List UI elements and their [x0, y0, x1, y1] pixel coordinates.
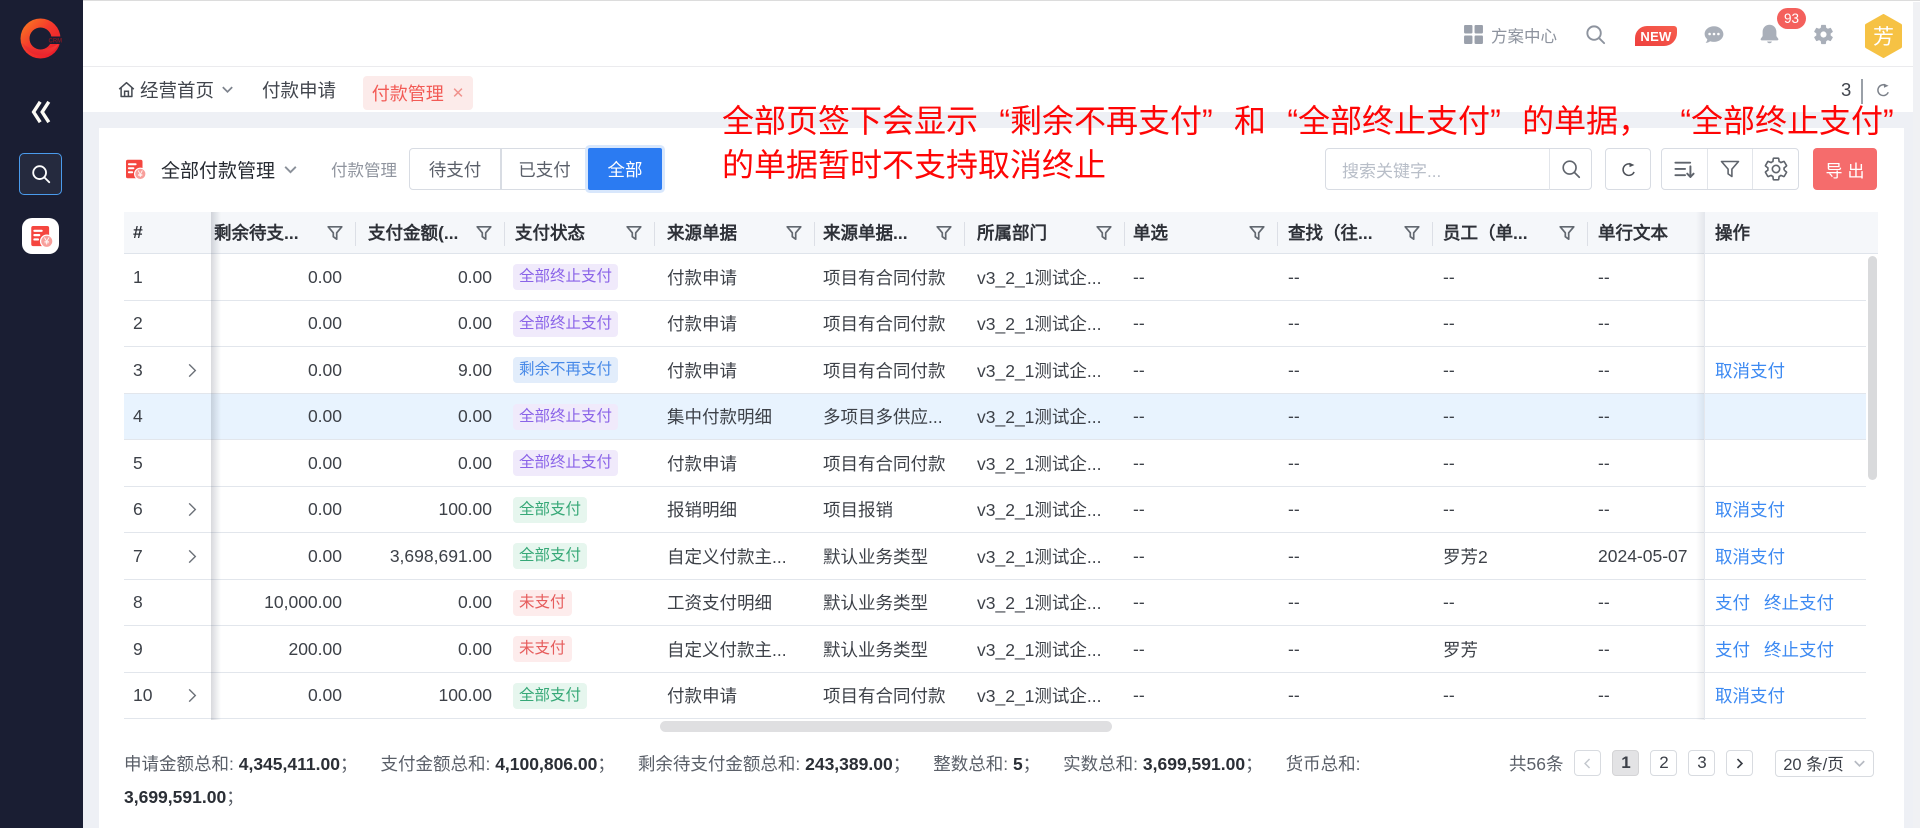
svg-text:CRM: CRM [49, 39, 63, 45]
svg-text:¥: ¥ [43, 237, 50, 248]
svg-text:¥: ¥ [137, 169, 144, 179]
